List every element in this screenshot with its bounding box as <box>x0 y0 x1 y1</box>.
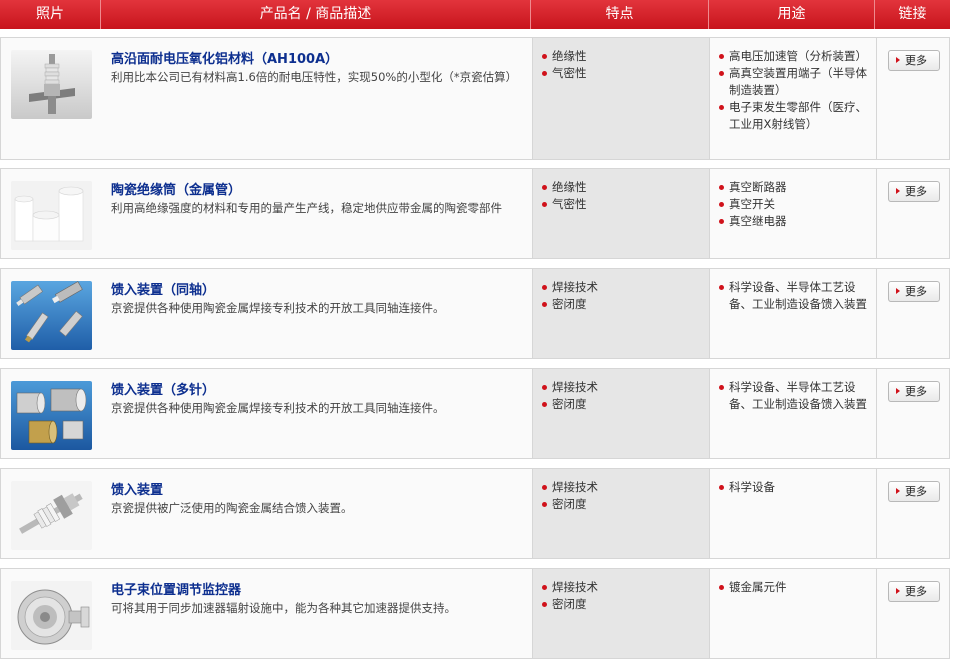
link-cell: 更多 <box>876 169 951 258</box>
more-label: 更多 <box>905 54 927 67</box>
more-button[interactable]: 更多 <box>888 481 940 502</box>
header-features: 特点 <box>531 0 709 29</box>
use-item: 科学设备、半导体工艺设备、工业制造设备馈入装置 <box>718 379 874 413</box>
arrow-right-icon <box>896 288 900 294</box>
table-header: 照片 产品名 / 商品描述 特点 用途 链接 <box>0 0 950 29</box>
product-description: 京瓷提供被广泛使用的陶瓷金属结合馈入装置。 <box>111 501 353 515</box>
features-cell: 绝缘性 气密性 <box>532 169 710 258</box>
product-photo[interactable] <box>11 181 92 250</box>
feature-item: 密闭度 <box>541 296 709 313</box>
product-title[interactable]: 电子束位置调节监控器 <box>111 579 241 598</box>
product-title[interactable]: 陶瓷绝缘筒（金属管） <box>111 179 241 198</box>
features-cell: 焊接技术 密闭度 <box>532 269 710 358</box>
more-button[interactable]: 更多 <box>888 581 940 602</box>
product-list: 高沿面耐电压氧化铝材料（AH100A） 利用比本公司已有材料高1.6倍的耐电压特… <box>0 37 950 668</box>
feature-item: 焊接技术 <box>541 479 709 496</box>
product-photo[interactable] <box>11 281 92 350</box>
uses-cell: 科学设备、半导体工艺设备、工业制造设备馈入装置 <box>710 369 876 413</box>
arrow-right-icon <box>896 488 900 494</box>
header-photo: 照片 <box>0 0 101 29</box>
product-title[interactable]: 高沿面耐电压氧化铝材料（AH100A） <box>111 48 338 67</box>
table-row: 电子束位置调节监控器 可将其用于同步加速器辐射设施中，能为各种其它加速器提供支持… <box>0 568 950 659</box>
more-button[interactable]: 更多 <box>888 381 940 402</box>
header-uses: 用途 <box>709 0 875 29</box>
table-row: 馈入装置 京瓷提供被广泛使用的陶瓷金属结合馈入装置。 焊接技术 密闭度 科学设备… <box>0 468 950 559</box>
product-title[interactable]: 馈入装置（同轴） <box>111 279 215 298</box>
use-item: 真空断路器 <box>718 179 874 196</box>
header-link: 链接 <box>898 6 927 22</box>
uses-cell: 科学设备、半导体工艺设备、工业制造设备馈入装置 <box>710 269 876 313</box>
link-cell: 更多 <box>876 38 951 159</box>
arrow-right-icon <box>896 588 900 594</box>
product-description: 利用比本公司已有材料高1.6倍的耐电压特性，实现50%的小型化（*京瓷估算） <box>111 70 518 84</box>
more-button[interactable]: 更多 <box>888 50 940 71</box>
feature-item: 密闭度 <box>541 596 709 613</box>
feature-item: 焊接技术 <box>541 579 709 596</box>
use-item: 镀金属元件 <box>718 579 874 596</box>
more-button[interactable]: 更多 <box>888 181 940 202</box>
table-row: 馈入装置（多针） 京瓷提供各种使用陶瓷金属焊接专利技术的开放工具同轴连接件。 焊… <box>0 368 950 459</box>
product-photo[interactable] <box>11 581 92 650</box>
product-description: 京瓷提供各种使用陶瓷金属焊接专利技术的开放工具同轴连接件。 <box>111 301 445 315</box>
product-title[interactable]: 馈入装置（多针） <box>111 379 215 398</box>
feature-item: 焊接技术 <box>541 279 709 296</box>
product-description: 京瓷提供各种使用陶瓷金属焊接专利技术的开放工具同轴连接件。 <box>111 401 445 415</box>
uses-cell: 科学设备 <box>710 469 876 496</box>
more-label: 更多 <box>905 485 927 498</box>
more-label: 更多 <box>905 385 927 398</box>
uses-cell: 镀金属元件 <box>710 569 876 596</box>
product-description: 可将其用于同步加速器辐射设施中，能为各种其它加速器提供支持。 <box>111 601 456 615</box>
product-title[interactable]: 馈入装置 <box>111 479 163 498</box>
feature-item: 绝缘性 <box>541 48 709 65</box>
use-item: 科学设备、半导体工艺设备、工业制造设备馈入装置 <box>718 279 874 313</box>
use-item: 科学设备 <box>718 479 874 496</box>
features-cell: 焊接技术 密闭度 <box>532 569 710 658</box>
feature-item: 焊接技术 <box>541 379 709 396</box>
features-cell: 焊接技术 密闭度 <box>532 469 710 558</box>
feature-item: 密闭度 <box>541 496 709 513</box>
table-row: 陶瓷绝缘筒（金属管） 利用高绝缘强度的材料和专用的量产生产线，稳定地供应带金属的… <box>0 168 950 259</box>
product-photo[interactable] <box>11 50 92 119</box>
use-item: 电子束发生零部件（医疗、工业用X射线管） <box>718 99 874 133</box>
product-photo[interactable] <box>11 481 92 550</box>
product-photo[interactable] <box>11 381 92 450</box>
arrow-right-icon <box>896 388 900 394</box>
more-label: 更多 <box>905 185 927 198</box>
uses-cell: 真空断路器 真空开关 真空继电器 <box>710 169 876 230</box>
more-label: 更多 <box>905 585 927 598</box>
link-cell: 更多 <box>876 569 951 658</box>
table-row: 馈入装置（同轴） 京瓷提供各种使用陶瓷金属焊接专利技术的开放工具同轴连接件。 焊… <box>0 268 950 359</box>
feature-item: 气密性 <box>541 65 709 82</box>
link-cell: 更多 <box>876 369 951 458</box>
more-label: 更多 <box>905 285 927 298</box>
features-cell: 绝缘性 气密性 <box>532 38 710 159</box>
use-item: 真空开关 <box>718 196 874 213</box>
product-description: 利用高绝缘强度的材料和专用的量产生产线，稳定地供应带金属的陶瓷零部件 <box>111 201 502 215</box>
uses-cell: 高电压加速管（分析装置） 高真空装置用端子（半导体制造装置） 电子束发生零部件（… <box>710 38 876 133</box>
use-item: 真空继电器 <box>718 213 874 230</box>
header-name: 产品名 / 商品描述 <box>101 0 531 29</box>
features-cell: 焊接技术 密闭度 <box>532 369 710 458</box>
feature-item: 密闭度 <box>541 396 709 413</box>
table-row: 高沿面耐电压氧化铝材料（AH100A） 利用比本公司已有材料高1.6倍的耐电压特… <box>0 37 950 160</box>
arrow-right-icon <box>896 57 900 63</box>
feature-item: 气密性 <box>541 196 709 213</box>
use-item: 高电压加速管（分析装置） <box>718 48 874 65</box>
use-item: 高真空装置用端子（半导体制造装置） <box>718 65 874 99</box>
feature-item: 绝缘性 <box>541 179 709 196</box>
more-button[interactable]: 更多 <box>888 281 940 302</box>
link-cell: 更多 <box>876 269 951 358</box>
link-cell: 更多 <box>876 469 951 558</box>
arrow-right-icon <box>896 188 900 194</box>
